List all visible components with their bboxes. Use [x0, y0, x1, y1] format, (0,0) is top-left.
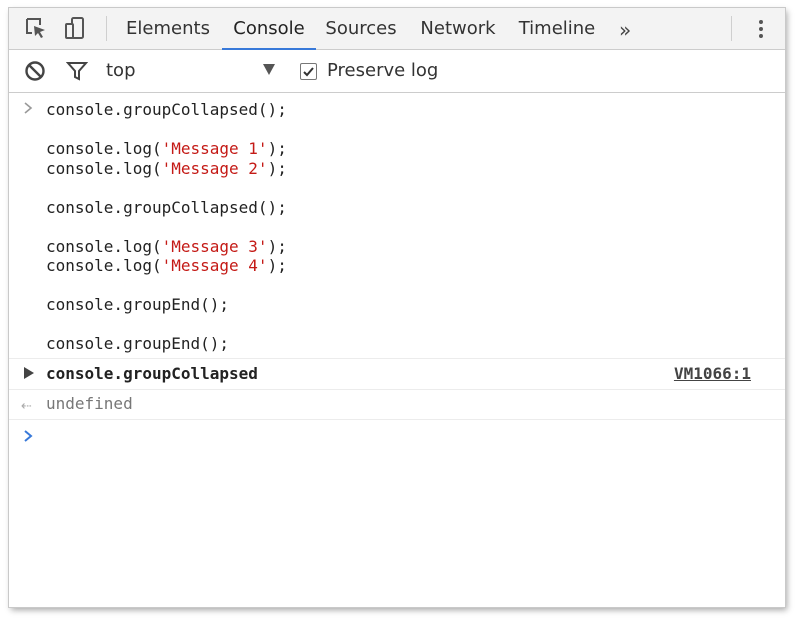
string-literal: 'Message 2': [161, 158, 268, 178]
code-token: console.groupEnd();: [46, 295, 230, 314]
console-messages: console.groupCollapsed(); console.log('Me…: [9, 93, 785, 607]
expand-triangle-icon[interactable]: [24, 367, 34, 379]
result-arrow-icon: ⇠: [21, 399, 32, 414]
code-token: console.groupEnd();: [46, 334, 230, 353]
result-value: undefined: [46, 394, 133, 413]
tabbar-separator: [106, 16, 107, 41]
code-line: console.groupEnd();: [46, 295, 229, 314]
vertical-ellipsis-icon[interactable]: [753, 17, 769, 41]
code-line: console.log('Message 3');: [46, 237, 287, 256]
code-line: console.log('Message 4');: [46, 256, 287, 275]
code-token: console.groupCollapsed();: [46, 100, 287, 119]
string-literal: 'Message 3': [161, 236, 268, 256]
code-token: console.log(: [46, 158, 162, 178]
console-prompt[interactable]: [9, 420, 785, 450]
code-token: );: [267, 256, 287, 275]
devtools-window: Elements Console Sources Network Timelin…: [9, 8, 785, 607]
tab-elements[interactable]: Elements: [117, 8, 219, 49]
code-token: );: [267, 158, 287, 178]
code-token: console.log(: [46, 236, 162, 256]
console-filterbar: top Preserve log: [9, 50, 785, 93]
code-token: );: [267, 139, 287, 158]
console-result-row: ⇠ undefined: [9, 390, 785, 420]
code-line: console.groupCollapsed();: [46, 198, 287, 217]
tabbar-separator: [731, 16, 732, 41]
inspect-element-icon[interactable]: [23, 16, 47, 40]
code-line: console.groupCollapsed();: [46, 100, 287, 119]
console-group-row[interactable]: console.groupCollapsed VM1066:1: [9, 359, 785, 390]
string-literal: 'Message 4': [161, 256, 268, 275]
code-token: console.log(: [46, 256, 162, 275]
code-line: console.groupEnd();: [46, 334, 229, 353]
console-input-echo: console.groupCollapsed(); console.log('Me…: [9, 93, 785, 359]
dropdown-arrow-icon[interactable]: [263, 64, 275, 75]
code-token: console.log(: [46, 139, 162, 158]
device-toolbar-icon[interactable]: [63, 16, 87, 40]
code-line: console.log('Message 1');: [46, 139, 287, 158]
checkmark-icon: [303, 67, 314, 77]
prompt-chevron-icon: [24, 102, 33, 114]
tab-sources[interactable]: Sources: [318, 8, 404, 49]
prompt-chevron-icon: [24, 430, 33, 442]
clear-console-icon[interactable]: [24, 60, 46, 82]
context-select[interactable]: top: [106, 60, 136, 81]
code-token: );: [267, 236, 287, 256]
preserve-log-checkbox[interactable]: [300, 63, 317, 80]
code-token: console.groupCollapsed();: [46, 197, 287, 217]
tab-timeline[interactable]: Timeline: [513, 8, 601, 49]
devtools-tabbar: Elements Console Sources Network Timelin…: [9, 8, 785, 50]
double-chevron-right-icon[interactable]: »: [619, 18, 631, 42]
filter-icon[interactable]: [66, 60, 88, 82]
group-title[interactable]: console.groupCollapsed: [46, 364, 258, 383]
source-link[interactable]: VM1066:1: [674, 364, 751, 383]
code-line: console.log('Message 2');: [46, 159, 287, 178]
string-literal: 'Message 1': [161, 139, 268, 158]
tab-console[interactable]: Console: [222, 8, 316, 50]
preserve-log-label[interactable]: Preserve log: [327, 60, 438, 81]
tab-network[interactable]: Network: [413, 8, 503, 49]
